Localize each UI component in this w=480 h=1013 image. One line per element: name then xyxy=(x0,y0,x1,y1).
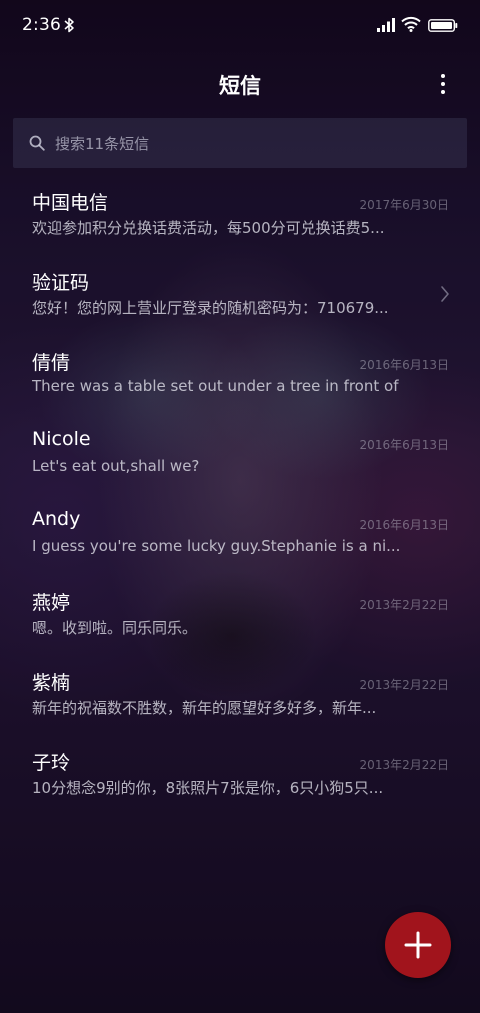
conversation-item[interactable]: 燕婷 2013年2月22日 嗯。收到啦。同乐同乐。 xyxy=(0,570,480,650)
conversation-preview: There was a table set out under a tree i… xyxy=(32,377,402,395)
conversation-date: 2016年6月13日 xyxy=(359,438,449,452)
conversation-date: 2016年6月13日 xyxy=(359,358,449,372)
conversation-name: 子玲 xyxy=(32,752,71,774)
chevron-right-icon xyxy=(441,286,449,302)
app-bar: 短信 xyxy=(0,52,480,116)
conversation-preview: 10分想念9别的你，8张照片7张是你，6只小狗5只... xyxy=(32,779,384,797)
conversation-item[interactable]: Andy 2016年6月13日 I guess you're some luck… xyxy=(0,490,480,570)
plus-icon xyxy=(404,931,432,959)
conversation-name: 紫楠 xyxy=(32,672,71,694)
wifi-icon xyxy=(401,16,421,32)
conversation-name: Andy xyxy=(32,508,81,530)
conversation-name: 燕婷 xyxy=(32,592,71,614)
conversation-item[interactable]: Nicole 2016年6月13日 Let's eat out,shall we… xyxy=(0,410,480,490)
conversation-date: 2016年6月13日 xyxy=(359,518,449,532)
conversation-item[interactable]: 紫楠 2013年2月22日 新年的祝福数不胜数，新年的愿望好多好多，新年... xyxy=(0,650,480,730)
conversation-preview: Let's eat out,shall we? xyxy=(32,457,200,475)
message-list: 中国电信 2017年6月30日 欢迎参加积分兑换话费活动，每500分可兑换话费5… xyxy=(0,170,480,810)
conversation-name: 验证码 xyxy=(32,272,90,294)
conversation-preview: 嗯。收到啦。同乐同乐。 xyxy=(32,619,198,637)
conversation-preview: 您好！您的网上营业厅登录的随机密码为：710679... xyxy=(32,299,389,317)
conversation-name: Nicole xyxy=(32,428,91,450)
status-bar: 2:36 xyxy=(0,0,480,52)
conversation-name: 中国电信 xyxy=(32,192,109,214)
page-title: 短信 xyxy=(219,74,261,98)
conversation-name: 倩倩 xyxy=(32,352,71,374)
signal-icon xyxy=(377,18,395,32)
conversation-item[interactable]: 中国电信 2017年6月30日 欢迎参加积分兑换话费活动，每500分可兑换话费5… xyxy=(0,170,480,250)
conversation-date: 2017年6月30日 xyxy=(359,198,449,212)
conversation-preview: 新年的祝福数不胜数，新年的愿望好多好多，新年... xyxy=(32,699,377,717)
conversation-date: 2013年2月22日 xyxy=(359,598,449,612)
more-vertical-icon[interactable] xyxy=(434,72,452,96)
status-time: 2:36 xyxy=(22,15,61,35)
conversation-preview: I guess you're some lucky guy.Stephanie … xyxy=(32,537,401,555)
battery-icon xyxy=(428,19,458,32)
conversation-item[interactable]: 倩倩 2016年6月13日 There was a table set out … xyxy=(0,330,480,410)
conversation-item[interactable]: 验证码 您好！您的网上营业厅登录的随机密码为：710679... xyxy=(0,250,480,330)
conversation-date: 2013年2月22日 xyxy=(359,758,449,772)
search-bar[interactable]: 搜索11条短信 xyxy=(13,118,467,168)
bluetooth-icon xyxy=(64,17,74,33)
conversation-date: 2013年2月22日 xyxy=(359,678,449,692)
search-icon xyxy=(29,135,45,151)
conversation-preview: 欢迎参加积分兑换话费活动，每500分可兑换话费5... xyxy=(32,219,385,237)
conversation-item[interactable]: 子玲 2013年2月22日 10分想念9别的你，8张照片7张是你，6只小狗5只.… xyxy=(0,730,480,810)
new-message-button[interactable] xyxy=(385,912,451,978)
search-input[interactable]: 搜索11条短信 xyxy=(55,133,149,154)
